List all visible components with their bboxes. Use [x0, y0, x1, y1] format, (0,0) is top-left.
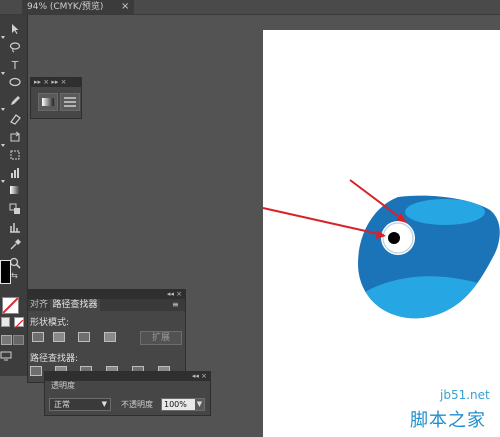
transparency-panel: ◂◂ × 透明度 正常 ▼ 不透明度 100% ▼: [44, 371, 211, 416]
gradient-panel-icon[interactable]: [38, 93, 58, 111]
exclude-icon[interactable]: [104, 332, 116, 342]
panel-header-controls[interactable]: ▸▸ × ▸▸ ×: [34, 78, 66, 87]
panel-header[interactable]: ▸▸ × ▸▸ ×: [31, 78, 81, 87]
divide-icon[interactable]: [30, 366, 42, 376]
expand-button[interactable]: 扩展: [140, 331, 182, 345]
blend-mode-value: 正常: [54, 400, 70, 409]
pathfinder-tab-strip: 对齐 路径查找器 ≡: [28, 299, 185, 311]
watermark: jb51.net 脚本之家: [370, 368, 500, 437]
tab-pathfinder[interactable]: 路径查找器: [50, 299, 100, 311]
unite-icon[interactable]: [32, 332, 44, 342]
chevron-down-icon[interactable]: ▼: [195, 399, 204, 410]
shape-modes-label: 形状模式:: [30, 318, 70, 328]
panel-header-controls[interactable]: ◂◂ ×: [192, 372, 207, 381]
tab-align[interactable]: 对齐: [30, 299, 48, 311]
blend-mode-select[interactable]: 正常 ▼: [49, 398, 111, 411]
bird-eye: [381, 221, 415, 255]
minus-front-icon[interactable]: [53, 332, 65, 342]
watermark-name: 脚本之家: [410, 410, 486, 431]
opacity-label: 不透明度: [121, 400, 153, 409]
watermark-site: jb51.net: [440, 388, 490, 402]
pathfinders-label: 路径查找器:: [30, 354, 79, 364]
stroke-panel-icon[interactable]: [60, 93, 80, 111]
bird-body[interactable]: [358, 195, 500, 330]
panel-header-controls[interactable]: ◂◂ ×: [167, 290, 182, 299]
opacity-value: 100%: [164, 400, 187, 409]
tab-transparency[interactable]: 透明度: [51, 381, 87, 391]
stroke-gradient-panel: ▸▸ × ▸▸ ×: [30, 77, 82, 119]
opacity-field[interactable]: 100% ▼: [161, 398, 205, 411]
chevron-down-icon: ▼: [101, 400, 107, 408]
pathfinder-panel: ◂◂ × 对齐 路径查找器 ≡ 形状模式: 扩展 路径查找器:: [27, 289, 186, 383]
panel-header[interactable]: ◂◂ ×: [45, 372, 210, 381]
panel-menu-icon[interactable]: ≡: [172, 299, 179, 311]
panel-header[interactable]: ◂◂ ×: [28, 290, 185, 299]
intersect-icon[interactable]: [78, 332, 90, 342]
